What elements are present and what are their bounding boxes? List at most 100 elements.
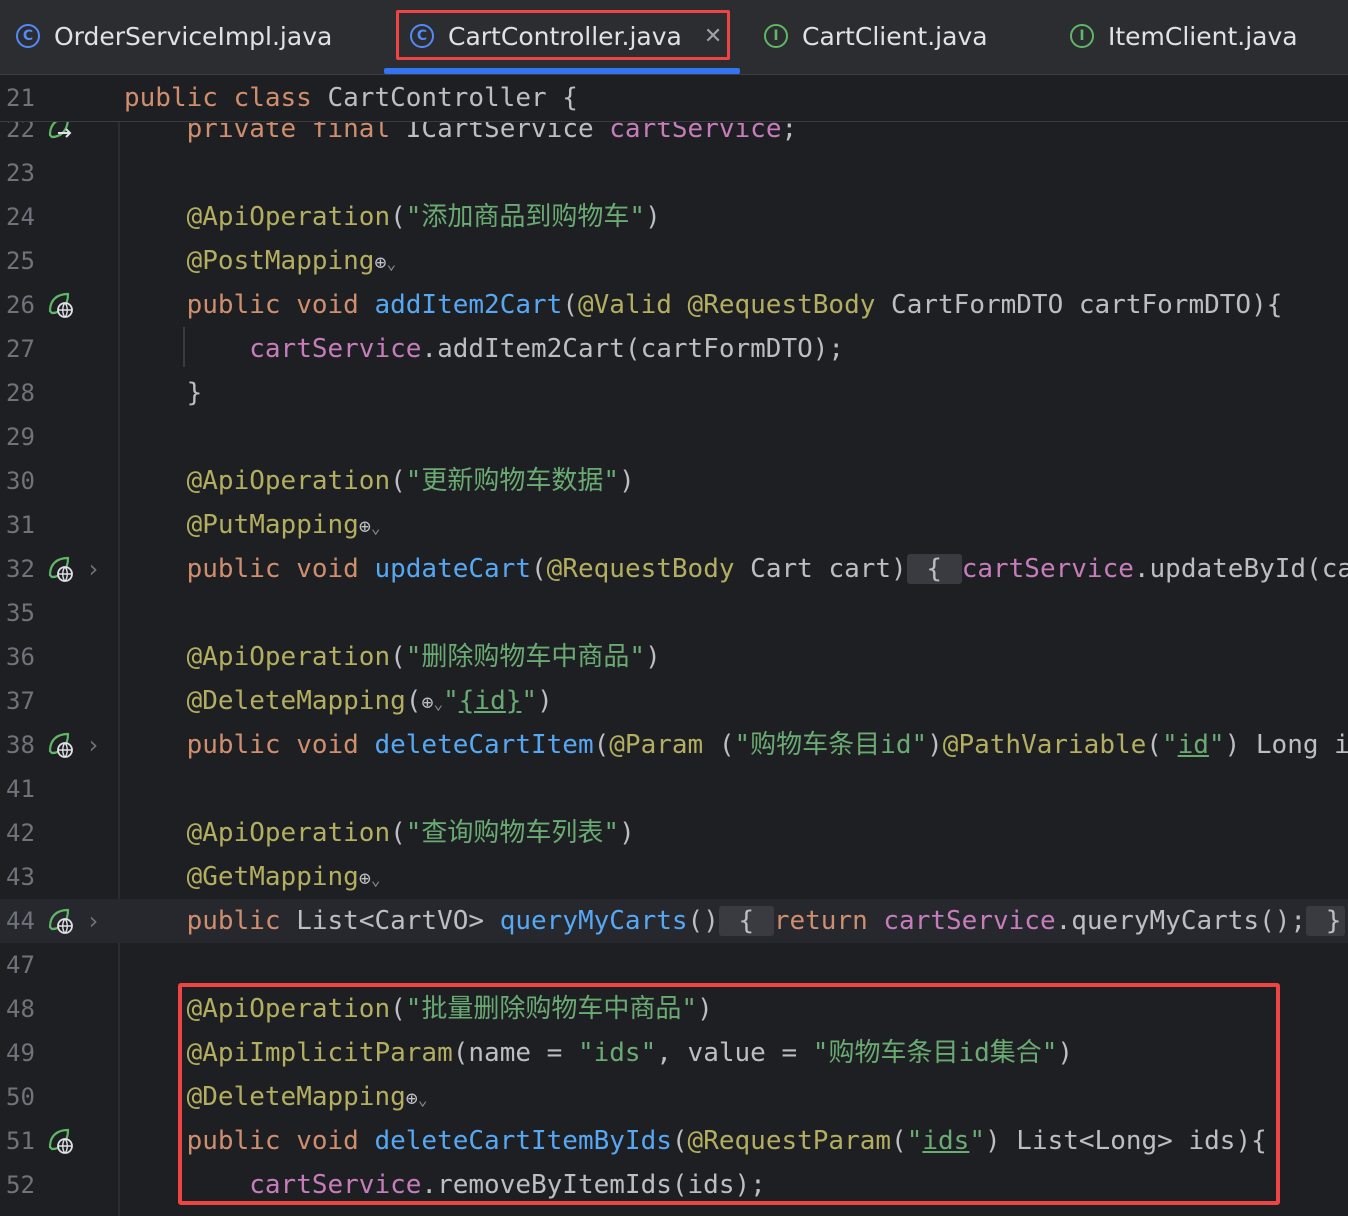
code-line[interactable]: 42 @ApiOperation("查询购物车列表") <box>0 811 1348 855</box>
code-token: ) <box>619 818 635 848</box>
spring-web-endpoint-icon[interactable] <box>46 291 74 319</box>
code-line[interactable]: 26 public void addItem2Cart(@Valid @Requ… <box>0 283 1348 327</box>
code-line[interactable]: 36 @ApiOperation("删除购物车中商品") <box>0 635 1348 679</box>
code-token: @PostMapping <box>186 246 375 276</box>
code-line[interactable]: 25 @PostMapping⊕⌄ <box>0 239 1348 283</box>
code-token: " <box>521 686 538 716</box>
code-token: ) <box>645 202 661 232</box>
tab-order-service-impl[interactable]: C OrderServiceImpl.java <box>16 0 332 72</box>
code-text: @GetMapping⊕⌄ <box>124 855 381 902</box>
interface-icon: I <box>764 24 788 48</box>
class-icon: C <box>16 24 40 48</box>
code-token: @PathVariable <box>942 730 1147 760</box>
spring-web-endpoint-icon[interactable] <box>46 555 74 583</box>
code-text: @ApiOperation("更新购物车数据") <box>124 459 635 503</box>
chevron-down-icon[interactable]: ⌄ <box>371 870 381 889</box>
chevron-down-icon[interactable]: ⌄ <box>387 254 397 273</box>
code-token: List<CartVO> <box>296 906 500 936</box>
code-token: @ApiOperation <box>186 202 391 232</box>
chevron-down-icon[interactable]: ⌄ <box>371 518 381 537</box>
spring-web-endpoint-icon[interactable] <box>46 907 74 935</box>
web-globe-icon[interactable]: ⊕ <box>359 514 371 538</box>
code-line[interactable]: 31 @PutMapping⊕⌄ <box>0 503 1348 547</box>
code-token: "添加商品到购物车" <box>405 202 646 232</box>
code-line[interactable]: 47 <box>0 943 1348 987</box>
code-token: deleteCartItem <box>374 730 594 760</box>
code-token: " <box>1208 730 1225 760</box>
line-number: 41 <box>6 775 35 803</box>
code-line[interactable]: 37 @DeleteMapping(⊕⌄"{id}") <box>0 679 1348 723</box>
code-line[interactable]: 41 <box>0 767 1348 811</box>
line-number: 36 <box>6 643 35 671</box>
fold-chevron-right-icon[interactable]: › <box>86 723 100 767</box>
code-line[interactable]: 27 cartService.addItem2Cart(cartFormDTO)… <box>0 327 1348 371</box>
chevron-down-icon[interactable]: ⌄ <box>433 694 443 713</box>
line-number: 28 <box>6 379 35 407</box>
code-token: public class <box>124 83 328 113</box>
folded-region[interactable]: { <box>906 554 962 584</box>
tab-cart-client[interactable]: I CartClient.java <box>764 0 988 72</box>
spring-web-endpoint-icon[interactable] <box>46 1127 74 1155</box>
line-number: 30 <box>6 467 35 495</box>
line-number: 50 <box>6 1083 35 1111</box>
line-number: 23 <box>6 159 35 187</box>
code-text: public void updateCart(@RequestBody Cart… <box>124 547 1348 591</box>
line-number: 52 <box>6 1171 35 1199</box>
line-number: 51 <box>6 1127 35 1155</box>
line-number: 37 <box>6 687 35 715</box>
code-token: () <box>687 906 719 936</box>
code-token: cartService <box>883 906 1056 936</box>
code-token: return <box>773 906 884 936</box>
code-token: "购物车条目id" <box>734 730 928 760</box>
sticky-scroll-header[interactable]: 21 public class CartController { <box>0 75 1348 122</box>
line-number: 32 <box>6 555 35 583</box>
folded-region[interactable]: { <box>718 906 774 936</box>
spring-web-endpoint-icon[interactable] <box>46 731 74 759</box>
code-line[interactable]: 32 › public void updateCart(@RequestBody … <box>0 547 1348 591</box>
code-token: @ApiOperation <box>186 642 391 672</box>
code-line[interactable]: 29 <box>0 415 1348 459</box>
code-token: ( <box>390 818 406 848</box>
code-text: @DeleteMapping(⊕⌄"{id}") <box>124 679 553 726</box>
line-number: 27 <box>6 335 35 363</box>
code-token: CartFormDTO cartFormDTO){ <box>891 290 1283 320</box>
code-line[interactable]: 43 @GetMapping⊕⌄ <box>0 855 1348 899</box>
code-line[interactable]: 38 › public void deleteCartItem(@Param ("… <box>0 723 1348 767</box>
code-line[interactable]: 24 @ApiOperation("添加商品到购物车") <box>0 195 1348 239</box>
path-variable-token: {id} <box>458 686 522 716</box>
code-text: @PutMapping⊕⌄ <box>124 503 381 550</box>
path-variable-token: id <box>1177 730 1209 760</box>
line-number: 29 <box>6 423 35 451</box>
tab-item-client[interactable]: I ItemClient.java <box>1070 0 1298 72</box>
code-token: .queryMyCarts(); <box>1055 906 1307 936</box>
code-line[interactable]: 35 <box>0 591 1348 635</box>
code-text: @PostMapping⊕⌄ <box>124 239 397 286</box>
web-globe-icon[interactable]: ⊕ <box>421 690 433 714</box>
fold-chevron-right-icon[interactable]: › <box>86 547 100 591</box>
web-globe-icon[interactable]: ⊕ <box>374 250 386 274</box>
code-line[interactable]: 44 › public List<CartVO> queryMyCarts() {… <box>0 899 1348 943</box>
code-token: @Valid @RequestBody <box>577 290 892 320</box>
code-line[interactable]: 30 @ApiOperation("更新购物车数据") <box>0 459 1348 503</box>
code-line[interactable]: 23 <box>0 151 1348 195</box>
code-token: .updateById(car <box>1133 554 1348 584</box>
line-number: 42 <box>6 819 35 847</box>
web-globe-icon[interactable]: ⊕ <box>359 866 371 890</box>
code-text: cartService.addItem2Cart(cartFormDTO); <box>124 327 844 371</box>
code-token: @Param <box>609 730 719 760</box>
code-line[interactable]: 28 } <box>0 371 1348 415</box>
fold-chevron-right-icon[interactable]: › <box>86 899 100 943</box>
code-token: public <box>186 906 297 936</box>
active-tab-highlight-box <box>396 10 730 60</box>
code-token: ) <box>537 686 553 716</box>
folded-region[interactable]: } <box>1306 906 1346 936</box>
code-editor[interactable]: 22 private final ICartService cartServic… <box>0 75 1348 1216</box>
